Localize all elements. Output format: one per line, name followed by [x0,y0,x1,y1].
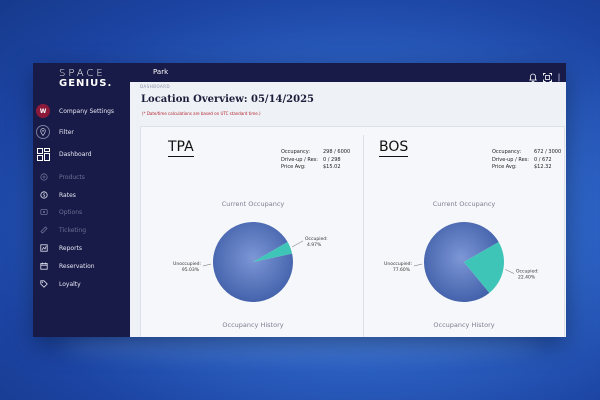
occupancy-pie-chart: Occupied:22.40% Unoccupied:77.60% [384,222,539,302]
stat-value: $15.02 [323,164,341,170]
sidebar-item-filter[interactable]: Filter [33,124,130,140]
history-title: Occupancy History [222,321,284,329]
sidebar-item-company-settings[interactable]: W Company Settings [33,103,130,119]
pie-slice-unoccupied[interactable] [212,221,293,302]
location-card-tpa: TPA Occupancy: 298 / 6000 Drive-up / Res:… [153,135,353,337]
location-stats: Occupancy: 672 / 3000 Drive-up / Res: 0 / … [492,149,561,172]
sidebar-item-products[interactable]: Products [33,169,130,185]
sidebar-item-rates[interactable]: $ Rates [33,187,130,203]
stat-label: Price Avg: [492,164,517,170]
sidebar-item-label: Ticketing [59,226,87,234]
occupied-leader-line [292,240,304,248]
location-card-bos: BOS Occupancy: 672 / 3000 Drive-up / Res:… [363,135,564,337]
unoccupied-label: Unoccupied: [173,261,201,267]
sidebar-item-label: Products [59,173,85,181]
calendar-icon [39,261,49,271]
sidebar-item-label: Rates [59,191,76,199]
location-code: TPA [168,139,194,157]
reports-icon [39,243,49,253]
unoccupied-label: Unoccupied: [384,261,412,267]
sidebar-item-ticketing[interactable]: Ticketing [33,222,130,238]
sidebar-item-label: Reports [59,244,83,252]
sidebar-item-reports[interactable]: Reports [33,240,130,256]
stat-value: 0 / 298 [323,156,341,163]
options-icon [39,207,49,217]
stat-row-drive-up: Drive-up / Res: 0 / 298 [281,157,350,165]
sidebar-item-reservation[interactable]: Reservation [33,258,130,274]
stat-label: Occupancy: [281,149,311,155]
avatar: W [36,104,50,118]
stat-row-price-avg: Price Avg: $15.02 [281,164,350,172]
stat-row-occupancy: Occupancy: 298 / 6000 [281,149,350,157]
sidebar-item-label: Dashboard [59,150,92,158]
app-window: SPACE GENIUS. W Company Settings Filter … [33,63,566,337]
locations-panel: TPA Occupancy: 298 / 6000 Drive-up / Res:… [140,126,565,337]
occupied-percent: 22.40% [518,275,536,281]
chart-title: Current Occupancy [432,200,496,208]
tag-icon [39,279,49,289]
ticket-icon [39,225,49,235]
stat-label: Drive-up / Res: [281,156,318,163]
sidebar-item-label: Filter [59,128,74,136]
unoccupied-percent: 77.60% [393,267,411,273]
occupied-percent: 4.97% [307,242,322,248]
stat-row-occupancy: Occupancy: 672 / 3000 [492,149,561,157]
utc-note: (* Date/time calculations are based on U… [142,111,261,116]
location-code: BOS [379,139,409,157]
sidebar-item-dashboard[interactable]: Dashboard [33,146,130,162]
unoccupied-percent: 95.03% [182,267,200,273]
sidebar-item-options[interactable]: Options [33,204,130,220]
occupied-label: Occupied: [516,269,539,275]
sidebar-item-loyalty[interactable]: Loyalty [33,276,130,292]
products-icon [39,172,49,182]
stat-value: $12.32 [534,164,552,170]
page-title: Location Overview: 05/14/2025 [141,94,314,105]
stat-label: Drive-up / Res: [492,156,529,163]
stat-value: 672 / 3000 [534,149,562,155]
stat-row-drive-up: Drive-up / Res: 0 / 672 [492,157,561,165]
sidebar-item-label: Loyalty [59,280,81,288]
location-stats: Occupancy: 298 / 6000 Drive-up / Res: 0 / … [281,149,350,172]
sidebar-item-label: Reservation [59,262,95,270]
stat-value: 0 / 672 [534,156,552,163]
location-selector[interactable]: Park [153,68,168,76]
sidebar-item-label: Options [59,208,83,216]
sidebar-item-label: Company Settings [59,107,115,115]
chart-title: Current Occupancy [221,200,285,208]
breadcrumb[interactable]: DASHBOARD [140,84,170,89]
stat-value: 298 / 6000 [323,149,351,155]
stat-label: Occupancy: [492,149,522,155]
location-pin-icon [36,125,50,139]
occupancy-pie-chart: Occupied:4.97% Unoccupied:95.03% [173,221,328,302]
history-title: Occupancy History [433,321,495,329]
unoccupied-leader-line [413,263,423,267]
sidebar: SPACE GENIUS. W Company Settings Filter … [33,63,130,337]
dashboard-grid-icon [37,147,50,161]
brand-line-2: GENIUS. [59,78,113,89]
occupied-leader-line [505,269,515,274]
top-bar: Park [130,63,566,83]
rates-icon: $ [39,190,49,200]
unoccupied-leader-line [202,263,212,267]
svg-text:$: $ [43,193,46,199]
brand-logo[interactable]: SPACE GENIUS. [59,69,112,89]
main-content: DASHBOARD Location Overview: 05/14/2025 … [130,82,566,337]
occupied-label: Occupied: [305,236,328,242]
stat-label: Price Avg: [281,164,306,170]
stat-row-price-avg: Price Avg: $12.32 [492,164,561,172]
